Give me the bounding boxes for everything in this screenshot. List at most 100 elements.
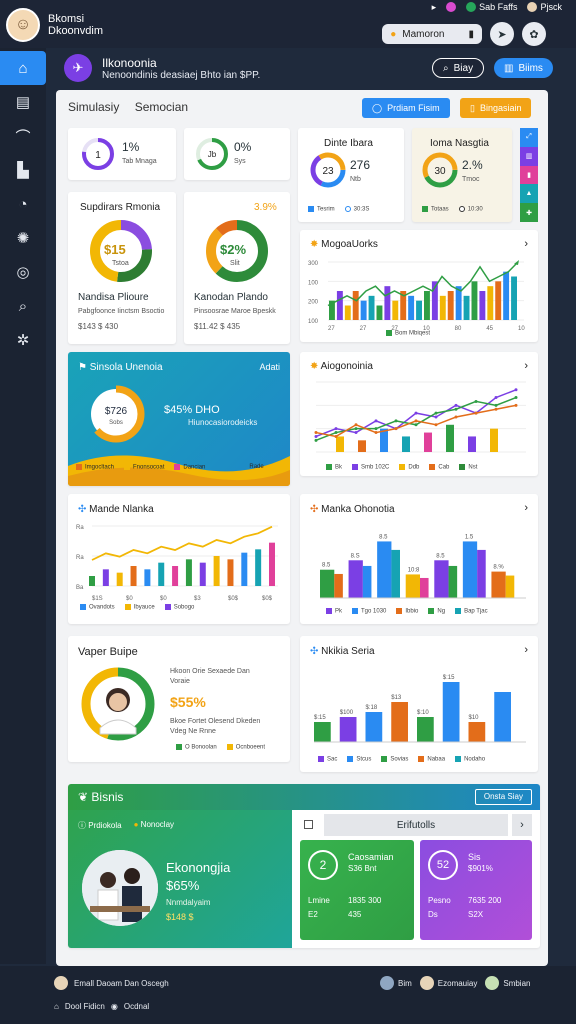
app-logo-icon: ✈ <box>64 54 92 82</box>
sidebar-item-settings[interactable]: ✺ <box>0 221 46 255</box>
sidebar-item-search[interactable]: ⌕ <box>0 289 46 323</box>
purple-stat-card[interactable]: 52 Sis $901% Pesno 7635 200 Ds S2X <box>420 840 532 940</box>
brand-line1: Bkomsi <box>48 13 85 25</box>
tab-simulasiy[interactable]: Simulasiy <box>68 100 119 114</box>
bar-chart-5: $:15 $100 $:18 $13 $:10 $:15 $10 <box>314 675 526 743</box>
bar <box>339 717 357 742</box>
legend-label: Nst <box>468 464 478 471</box>
blue-action-label: Prdiam Fisim <box>387 103 440 113</box>
footer-user[interactable]: Ezomauiay <box>419 976 477 990</box>
svg-text:$726: $726 <box>105 406 128 417</box>
series-line <box>315 396 517 442</box>
mountain-icon[interactable]: ▲ <box>520 184 538 204</box>
bar <box>377 541 392 598</box>
legend-item: O Bonoolan <box>176 744 217 751</box>
legend-item: Sobogo <box>164 604 194 611</box>
sidebar-item-growth[interactable]: ⌒ <box>0 119 46 153</box>
top-status-icons: ▸ Sab Faffs Pjsck <box>432 0 562 14</box>
send-icon[interactable]: ➤ <box>490 22 514 46</box>
legend-item: Bap Tjac <box>455 608 488 615</box>
avatar <box>54 976 68 990</box>
kpi-card-2[interactable]: Jb 0% Sys <box>184 128 290 180</box>
kpi-value: 0% <box>234 140 252 154</box>
bar <box>336 436 344 452</box>
overview-metric-desc: Hiunocasiorodeicks <box>188 418 258 427</box>
data-point <box>334 427 338 431</box>
legend-item: Bom Mbiqest <box>386 330 430 337</box>
vaper-value: $55% <box>170 694 206 710</box>
donut-card-2[interactable]: 3.9% $2% Slit Kanodan Plando Pinsoosrae … <box>184 192 290 344</box>
chart-card-4[interactable]: ✣ Manka Ohonotia › 8.5 8.S 8.5 10:8 8.5 1.5 8.… <box>300 494 538 624</box>
footer-link[interactable]: Dool Fidicn <box>65 1002 105 1011</box>
bar <box>102 569 109 586</box>
user-avatar[interactable]: ☺ <box>6 8 40 42</box>
bar <box>511 276 517 320</box>
chart-card-5[interactable]: ✣ Nkikia Seria › $:15 $100 $:18 $13 $:10 $:15… <box>300 636 538 772</box>
chevron-right-icon[interactable]: › <box>512 814 532 836</box>
footer-user[interactable]: Smbian <box>485 976 530 990</box>
bookmark-icon[interactable]: ▮ <box>468 29 474 40</box>
tick-label: 200 <box>308 300 319 306</box>
chart-title-text: Aiogonoinia <box>320 361 373 372</box>
next-arrow-icon[interactable]: › <box>524 360 528 372</box>
sidebar-item-wallet[interactable]: ▤ <box>0 85 46 119</box>
secondary-button[interactable]: ⌕ Biay <box>432 58 485 78</box>
bar <box>376 305 383 320</box>
color-icon[interactable] <box>446 2 457 12</box>
primary-button[interactable]: ▥ Biims <box>494 58 553 78</box>
bars-icon[interactable]: ▥ <box>520 146 538 166</box>
kpi-card-1[interactable]: 1 1% Tab Mnaga <box>68 128 176 180</box>
checkbox[interactable] <box>304 820 313 829</box>
overview-card[interactable]: ⚑ Sinsola Unenoia Adati $726 Sobs $45% DH… <box>68 352 290 486</box>
legend-label: Ibbio <box>405 608 419 615</box>
donut-card-1[interactable]: Supdirars Rmonia $15 Tstoa Nandisa Pliou… <box>68 192 176 344</box>
blue-action-button[interactable]: ◯ Prdiam Fisim <box>362 98 450 118</box>
panel-tabs: Simulasiy Semocian <box>68 100 188 114</box>
kpi-card-4[interactable]: Ioma Nasgtia 30 2.% Tmoc Totaas 10:30 <box>412 128 512 222</box>
footer-contact[interactable]: Emall Daoam Dan Oscegh <box>54 976 169 990</box>
legend-label: Nodaho <box>464 756 486 763</box>
sidebar-item-gear[interactable]: ✲ <box>0 323 46 357</box>
next-arrow-icon[interactable]: › <box>524 502 528 514</box>
bar <box>391 702 408 742</box>
mode-pill[interactable]: ● Mamoron ▮ <box>382 24 482 44</box>
chart-card-3[interactable]: ✣ Mande Nlanka Ra Ra Ba $1S $0 $0 $3 $0$ $0$ Ova… <box>68 494 290 624</box>
next-arrow-icon[interactable]: › <box>524 238 528 250</box>
tick-label: 100 <box>308 280 319 286</box>
green-stat-card[interactable]: 2 Caosamian S36 Bnt Lmine 1835 300 E2 43… <box>300 840 414 940</box>
chart-title: ✣ Nkikia Seria <box>310 646 375 657</box>
tab-nonoclay[interactable]: ● Nonoclay <box>134 820 174 831</box>
tab-semocian[interactable]: Semocian <box>135 100 188 114</box>
footer-link[interactable]: Ocdnal <box>124 1002 149 1011</box>
footer-label: Bim <box>398 978 412 988</box>
footer-user[interactable]: Bim <box>380 976 412 990</box>
puzzle-icon[interactable]: ✚ <box>520 203 538 222</box>
sidebar-item-building[interactable]: ▙ <box>0 153 46 187</box>
bar <box>352 291 359 320</box>
settings-icon[interactable]: ✿ <box>522 22 546 46</box>
profile-item[interactable]: Pjsck <box>527 2 562 12</box>
next-arrow-icon[interactable]: › <box>524 644 528 656</box>
kpi-card-3[interactable]: Dinte Ibara 23 276 Ntb Tesrim 30:3S <box>298 128 404 222</box>
legend-label: 30:3S <box>353 206 370 213</box>
bisnis-button[interactable]: Onsta Siay <box>474 789 532 805</box>
tab-prdiokola[interactable]: ⓘ Prdiokola <box>78 820 122 831</box>
sidebar-item-clock[interactable]: ◔ <box>0 187 46 221</box>
chart-card-2[interactable]: ✸ Aiogonoinia › Bk Smb 102C Ddb Cab Nst <box>300 352 538 476</box>
bar <box>442 682 460 742</box>
legend-item: Totaas <box>422 206 449 213</box>
status-item[interactable]: Sab Faffs <box>466 2 517 12</box>
flag-icon[interactable]: ▸ <box>432 2 437 13</box>
orange-action-button[interactable]: ▯ Bingasiain <box>460 98 532 118</box>
legend-item: 10:30 <box>458 206 483 213</box>
bar-chart-4: 8.5 8.S 8.5 10:8 8.5 1.5 8.% <box>320 534 526 599</box>
tag-icon[interactable]: ▮ <box>520 165 538 185</box>
vaper-card[interactable]: Vaper Buipe Hkoon Orie Sexaede Dan Vorai… <box>68 636 290 762</box>
expand-icon[interactable]: ⤢ <box>520 128 538 147</box>
stat-ring: 2 <box>308 850 338 880</box>
data-point <box>394 427 398 431</box>
chart-card-1[interactable]: ✸ MogoaUorks › 300 100 200 100 27 27 27 10 80 45 1… <box>300 230 538 342</box>
chart-title-text: MogoaUorks <box>321 239 378 250</box>
sidebar-item-coin[interactable]: ◎ <box>0 255 46 289</box>
sidebar-item-home[interactable]: ⌂ <box>0 51 46 85</box>
